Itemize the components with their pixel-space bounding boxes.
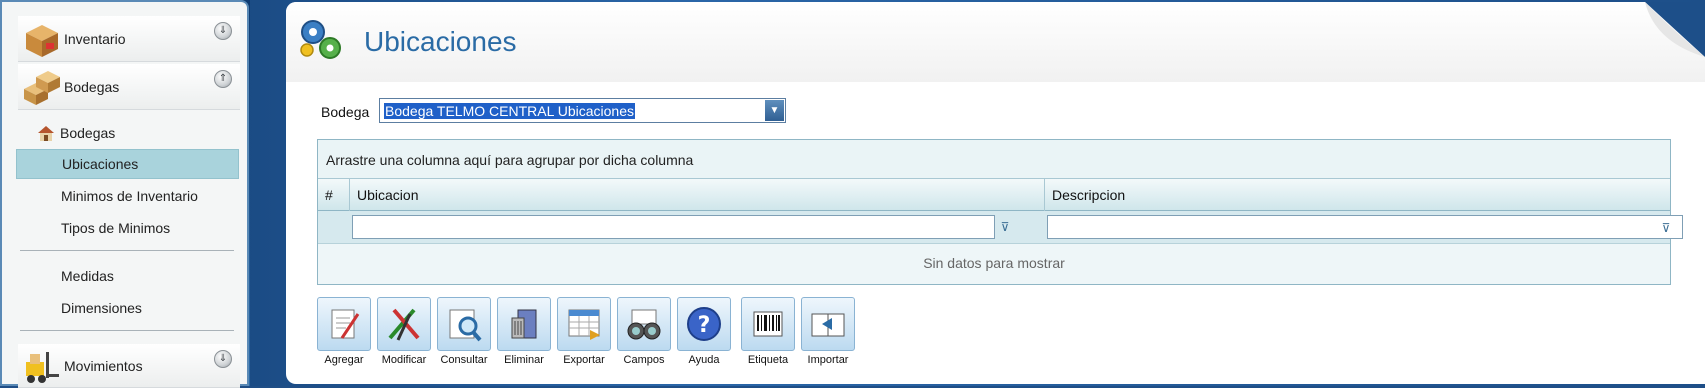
consultar-button[interactable]: Consultar (437, 297, 491, 369)
importar-label: Importar (807, 354, 849, 366)
filter-icon[interactable]: ⊽ (998, 219, 1012, 235)
sidebar-item-minimos-de-inventario[interactable]: Minimos de Inventario (16, 181, 239, 211)
bodega-label: Bodega (321, 104, 370, 120)
column-header-descripcion[interactable]: Descripcion (1045, 179, 1670, 211)
campos-label: Campos (623, 354, 665, 366)
sidebar-item-label: Dimensiones (61, 300, 142, 316)
recycle-bin-icon (497, 297, 551, 351)
add-document-icon (317, 297, 371, 351)
import-icon (801, 297, 855, 351)
sidebar-item-label: Bodegas (60, 125, 116, 141)
ayuda-label: Ayuda (688, 354, 720, 366)
sidebar-item-ubicaciones[interactable]: Ubicaciones (16, 149, 239, 179)
forklift-icon (26, 351, 59, 383)
sidebar-item-dimensiones[interactable]: Dimensiones (16, 293, 239, 323)
filter-icon[interactable]: ⊽ (1659, 220, 1673, 236)
gears-icon (300, 20, 341, 59)
bodega-selected-value: Bodega TELMO CENTRAL Ubicaciones (384, 103, 635, 119)
column-header-index[interactable]: # (318, 179, 350, 211)
section-inventario[interactable]: Inventario ⇓ (18, 16, 240, 62)
page-curl-icon (1645, 2, 1705, 57)
boxes-icon (24, 70, 60, 105)
exportar-button[interactable]: Exportar (557, 297, 611, 369)
descripcion-filter-input[interactable] (1047, 215, 1683, 239)
sidebar-item-bodegas[interactable]: Bodegas (16, 118, 239, 148)
section-label: Bodegas (64, 78, 120, 95)
grid-header: # Ubicacion Descripcion (318, 179, 1670, 211)
bodega-select[interactable]: Bodega TELMO CENTRAL Ubicaciones ▼ (379, 98, 786, 123)
sidebar: Inventario ⇓ Bodegas ⇑ Bodegas Ubicacion… (0, 0, 250, 388)
chevron-down-icon[interactable]: ▼ (765, 100, 784, 121)
etiqueta-label: Etiqueta (747, 354, 789, 366)
barcode-icon (741, 297, 795, 351)
consultar-label: Consultar (440, 354, 488, 366)
expand-icon[interactable]: ⇓ (214, 350, 232, 368)
section-bodegas[interactable]: Bodegas ⇑ (18, 64, 240, 110)
sidebar-item-label: Minimos de Inventario (61, 188, 198, 204)
help-icon: ? (677, 297, 731, 351)
sidebar-divider (20, 250, 234, 251)
data-grid: Arrastre una columna aquí para agrupar p… (317, 139, 1683, 285)
etiqueta-button[interactable]: Etiqueta (741, 297, 795, 369)
page-title: Ubicaciones (364, 26, 517, 57)
title-bar: Ubicaciones (286, 2, 1705, 82)
exportar-label: Exportar (563, 354, 605, 366)
section-label: Movimientos (64, 357, 143, 374)
ayuda-button[interactable]: ? Ayuda (677, 297, 731, 369)
house-icon (38, 126, 54, 141)
sidebar-item-label: Medidas (61, 268, 114, 284)
filter-row: ⊽ (318, 211, 1683, 244)
modificar-button[interactable]: Modificar (377, 297, 431, 369)
sidebar-item-label: Tipos de Minimos (61, 220, 171, 236)
pencils-icon (377, 297, 431, 351)
collapse-icon[interactable]: ⇑ (214, 70, 232, 88)
modificar-label: Modificar (381, 354, 427, 366)
ubicacion-filter-input[interactable] (352, 215, 995, 239)
campos-button[interactable]: Campos (617, 297, 671, 369)
importar-button[interactable]: Importar (801, 297, 855, 369)
binoculars-icon (617, 297, 671, 351)
sidebar-item-tipos-de-minimos[interactable]: Tipos de Minimos (16, 213, 239, 243)
spreadsheet-export-icon (557, 297, 611, 351)
empty-message: Sin datos para mostrar (318, 244, 1670, 284)
magnifier-icon (437, 297, 491, 351)
eliminar-button[interactable]: Eliminar (497, 297, 551, 369)
sidebar-item-medidas[interactable]: Medidas (16, 261, 239, 291)
agregar-label: Agregar (324, 354, 364, 366)
svg-text:?: ? (698, 313, 711, 338)
group-by-panel[interactable]: Arrastre una columna aquí para agrupar p… (318, 140, 1670, 179)
box-icon (26, 24, 58, 57)
eliminar-label: Eliminar (504, 354, 544, 366)
sidebar-panel: Inventario ⇓ Bodegas ⇑ Bodegas Ubicacion… (0, 0, 249, 388)
agregar-button[interactable]: Agregar (317, 297, 371, 369)
main-panel: Ubicaciones Bodega Bodega TELMO CENTRAL … (286, 2, 1705, 384)
sidebar-item-label: Ubicaciones (62, 156, 139, 172)
column-header-ubicacion[interactable]: Ubicacion (350, 179, 1045, 211)
expand-icon[interactable]: ⇓ (214, 22, 232, 40)
sidebar-divider (20, 330, 234, 331)
section-movimientos[interactable]: Movimientos ⇓ (18, 344, 240, 388)
section-label: Inventario (64, 30, 126, 47)
